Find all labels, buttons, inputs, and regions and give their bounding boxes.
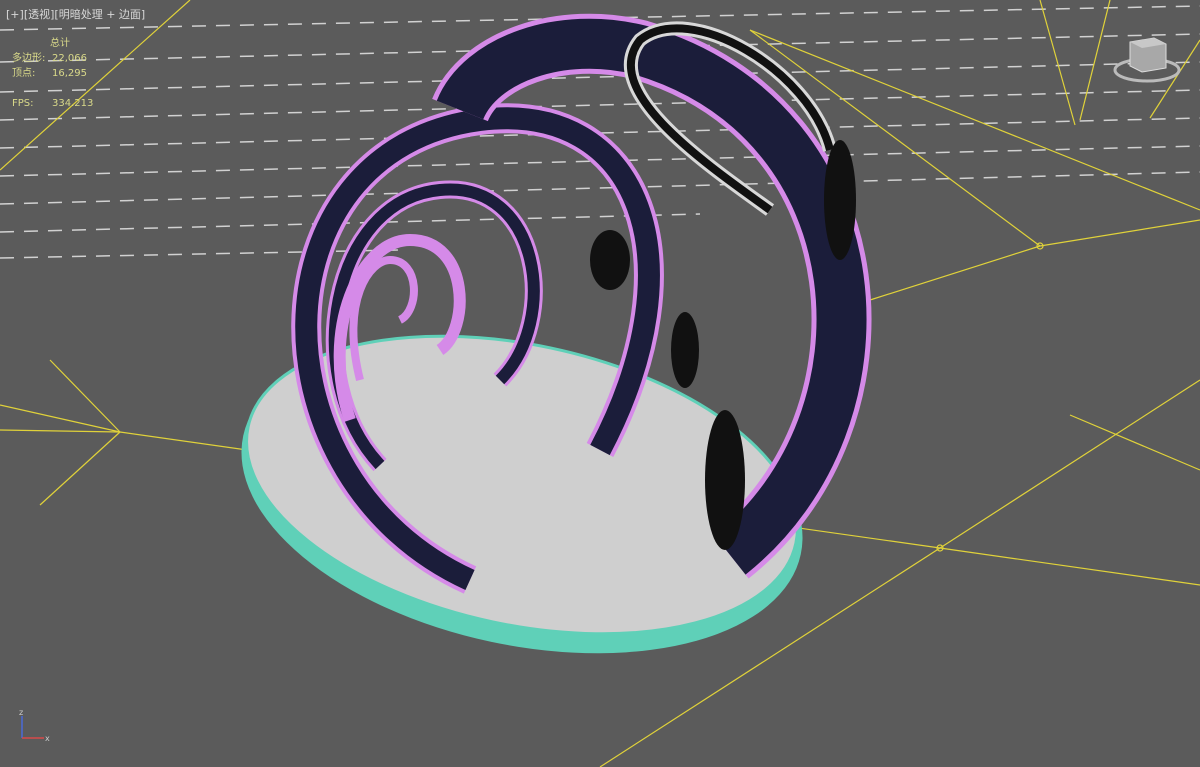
- stats-title: 总计: [50, 38, 70, 49]
- viewcube-icon[interactable]: [1112, 30, 1182, 85]
- vertices-value: 16,295: [52, 68, 87, 79]
- fps-label: FPS:: [12, 98, 34, 109]
- statistics-overlay: 总计 多边形: 22,066 顶点: 16,295 FPS: 334.213: [12, 36, 93, 111]
- axis-gizmo-icon: z x: [19, 708, 50, 743]
- perspective-viewport[interactable]: [0, 0, 1200, 767]
- polygons-label: 多边形:: [12, 53, 46, 64]
- viewport-shading-label[interactable]: [明暗处理 + 边面]: [54, 8, 145, 21]
- vertices-label: 顶点:: [12, 68, 36, 79]
- polygons-value: 22,066: [52, 53, 87, 64]
- axis-z-label: z: [19, 708, 23, 717]
- fps-value: 334.213: [52, 98, 94, 109]
- viewport-view-label[interactable]: [透视]: [24, 8, 55, 21]
- viewport-label[interactable]: [+][透视][明暗处理 + 边面]: [6, 6, 145, 22]
- axis-x-label: x: [45, 734, 50, 743]
- viewport-menu-plus[interactable]: [+]: [6, 8, 24, 21]
